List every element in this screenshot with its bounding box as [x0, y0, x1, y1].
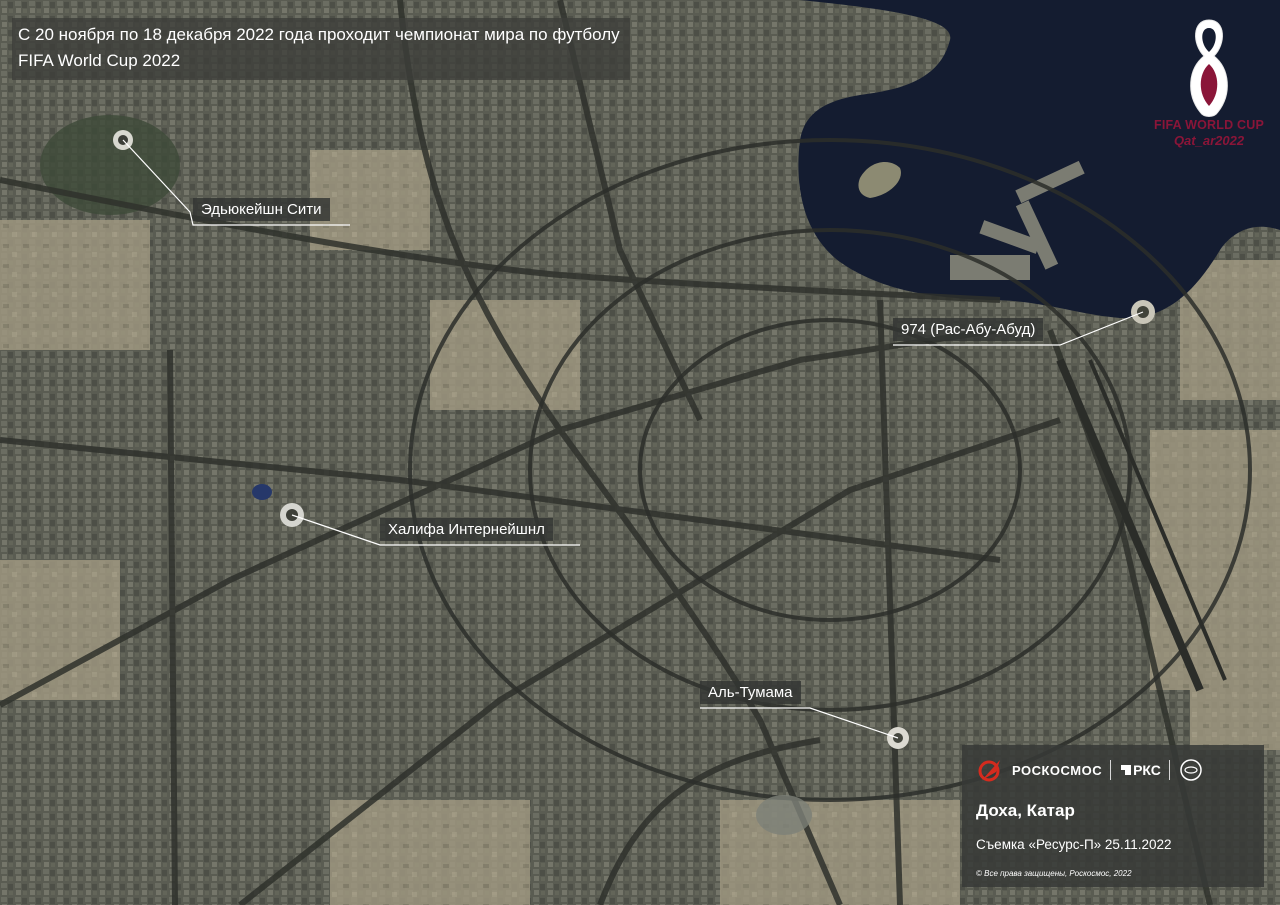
brand-roscosmos: РОСКОСМОС [1012, 762, 1103, 778]
brand-separator [1110, 760, 1112, 780]
brand-rks-label: РКС [1133, 762, 1161, 778]
brand-row: РОСКОСМОС РКС [976, 757, 1204, 783]
headline-box: С 20 ноября по 18 декабря 2022 года прох… [12, 18, 630, 80]
label-education-city: Эдьюкейшн Сити [193, 198, 330, 221]
rks-logo-icon [1121, 765, 1132, 775]
logo-line2: Qat_ar2022 [1173, 133, 1245, 148]
headline-line2: FIFA World Cup 2022 [18, 51, 181, 70]
brand-separator-2 [1168, 760, 1170, 780]
copyright: © Все права защищены, Роскосмос, 2022 [976, 869, 1132, 878]
label-al-thumama: Аль-Тумама [700, 681, 801, 704]
brand-rks: РКС [1119, 762, 1161, 778]
shot-info: Съемка «Ресурс-П» 25.11.2022 [976, 837, 1172, 852]
headline-line1: С 20 ноября по 18 декабря 2022 года прох… [18, 25, 620, 44]
info-panel: РОСКОСМОС РКС Доха, Катар Съемка «Ресурс… [962, 745, 1264, 887]
label-ras-abu-aboud: 974 (Рас-Абу-Абуд) [893, 318, 1044, 341]
label-khalifa: Халифа Интернейшнл [380, 518, 553, 541]
logo-line1: FIFA WORLD CUP [1154, 118, 1264, 132]
satellite-image: С 20 ноября по 18 декабря 2022 года прох… [0, 0, 1280, 905]
roscosmos-rocket-icon [978, 760, 1000, 782]
satellite-emblem-icon [1180, 759, 1202, 781]
location-title: Доха, Катар [976, 801, 1075, 820]
